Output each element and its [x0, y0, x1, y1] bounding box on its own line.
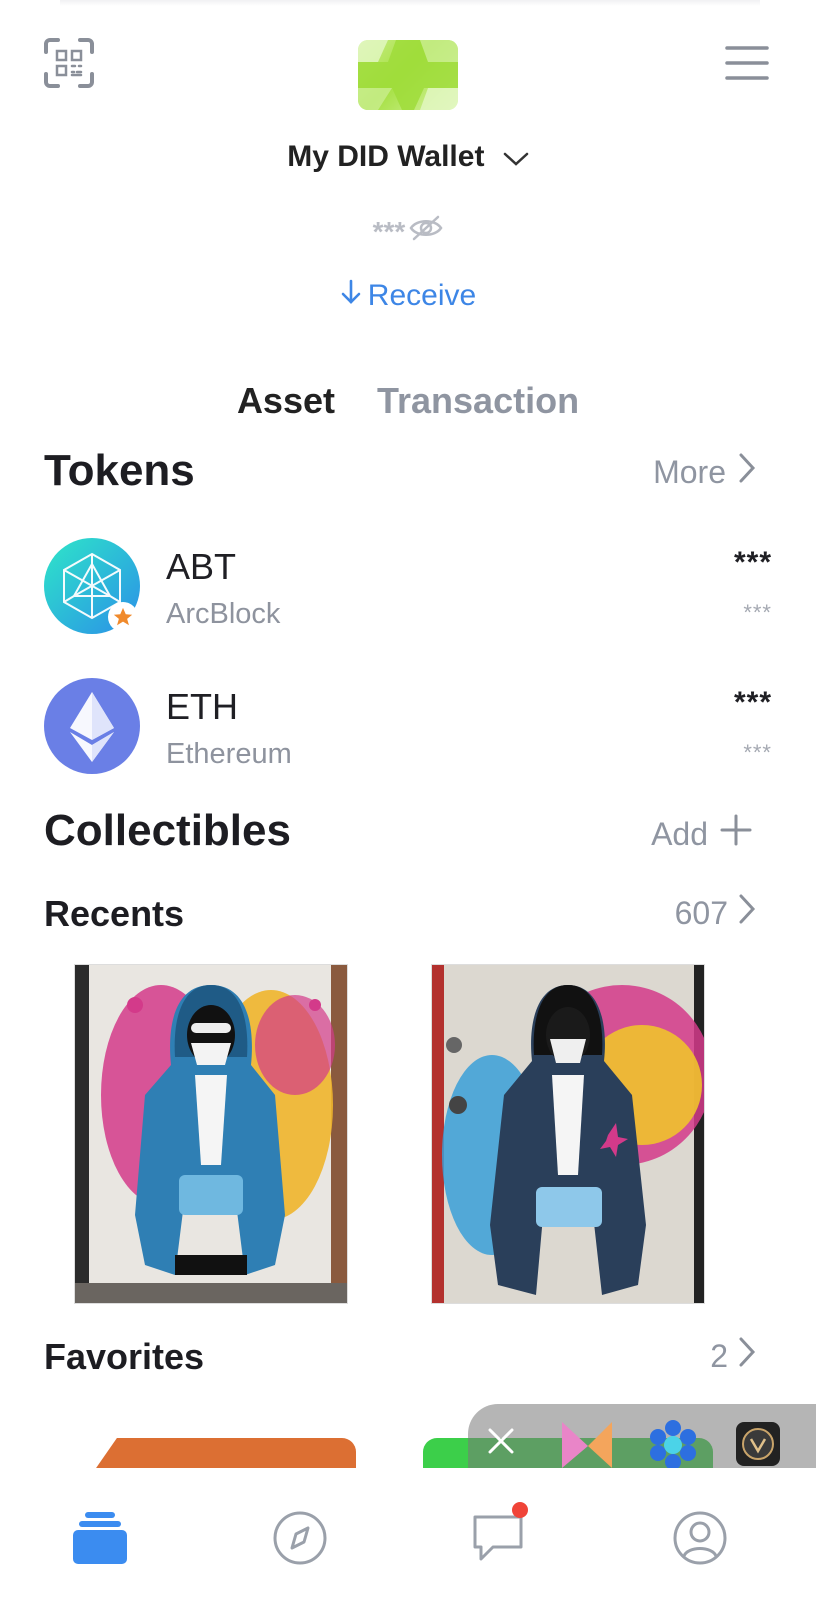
recents-count: 607	[674, 894, 728, 931]
wallet-icon[interactable]	[70, 1508, 130, 1568]
wallet-name: My DID Wallet	[287, 140, 485, 173]
hooded-figure-artwork	[75, 965, 347, 1303]
token-fiat-value: ***	[743, 600, 772, 625]
dapp-shortcut-icon[interactable]	[560, 1420, 614, 1475]
token-row-abt[interactable]: ABT ArcBlock *** ***	[44, 538, 772, 634]
compass-icon[interactable]	[270, 1508, 330, 1568]
wallet-logo	[358, 40, 458, 110]
receive-button[interactable]: Receive	[0, 278, 816, 314]
eye-off-icon[interactable]	[409, 215, 443, 248]
balance-display: ***	[0, 215, 816, 248]
top-edge	[60, 0, 760, 6]
tab-transaction[interactable]: Transaction	[377, 380, 579, 422]
chevron-down-icon	[503, 141, 529, 175]
token-row-eth[interactable]: ETH Ethereum *** ***	[44, 678, 772, 774]
tokens-more-link[interactable]: More	[653, 452, 756, 492]
token-balance: ***	[733, 546, 772, 579]
more-label: More	[653, 453, 726, 490]
ethereum-logo-icon	[44, 678, 140, 774]
dapp-shortcut-icon[interactable]	[736, 1422, 780, 1466]
chevron-right-icon	[738, 1336, 756, 1376]
token-name: ArcBlock	[166, 598, 281, 630]
token-balance: ***	[733, 686, 772, 719]
collectible-nft-1[interactable]	[74, 964, 348, 1304]
notification-dot	[512, 1502, 528, 1518]
asset-tabs: Asset Transaction	[0, 380, 816, 422]
chat-icon[interactable]	[470, 1502, 530, 1568]
chevron-right-icon	[738, 893, 756, 933]
favorites-title: Favorites	[44, 1336, 205, 1377]
chevron-right-icon	[738, 452, 756, 492]
token-name: Ethereum	[166, 738, 292, 770]
plus-icon	[720, 814, 752, 854]
recents-see-all[interactable]: 607	[675, 893, 756, 933]
receive-label: Receive	[367, 279, 477, 312]
arcblock-logo-icon	[44, 538, 140, 634]
token-symbol: ETH	[166, 686, 238, 727]
recents-title: Recents	[44, 893, 185, 934]
collectible-nft-2[interactable]	[431, 964, 705, 1304]
profile-icon[interactable]	[670, 1508, 730, 1568]
star-badge-icon	[108, 602, 138, 632]
qr-scan-icon[interactable]	[40, 34, 98, 92]
token-symbol: ABT	[166, 546, 237, 587]
arrow-down-icon	[340, 278, 362, 314]
tab-asset[interactable]: Asset	[237, 380, 335, 422]
wallet-switcher[interactable]: My DID Wallet	[0, 140, 816, 175]
collectibles-add-button[interactable]: Add	[651, 814, 752, 854]
bottom-navigation	[0, 1468, 816, 1600]
add-label: Add	[651, 815, 708, 852]
tokens-title: Tokens	[44, 446, 195, 495]
close-icon[interactable]	[486, 1426, 516, 1461]
favorites-count: 2	[710, 1337, 728, 1374]
balance-masked: ***	[372, 215, 406, 247]
collectibles-title: Collectibles	[44, 806, 291, 855]
token-fiat-value: ***	[743, 740, 772, 765]
favorites-see-all[interactable]: 2	[710, 1336, 756, 1376]
hamburger-menu-icon[interactable]	[722, 38, 772, 88]
hooded-figure-artwork	[432, 965, 704, 1303]
